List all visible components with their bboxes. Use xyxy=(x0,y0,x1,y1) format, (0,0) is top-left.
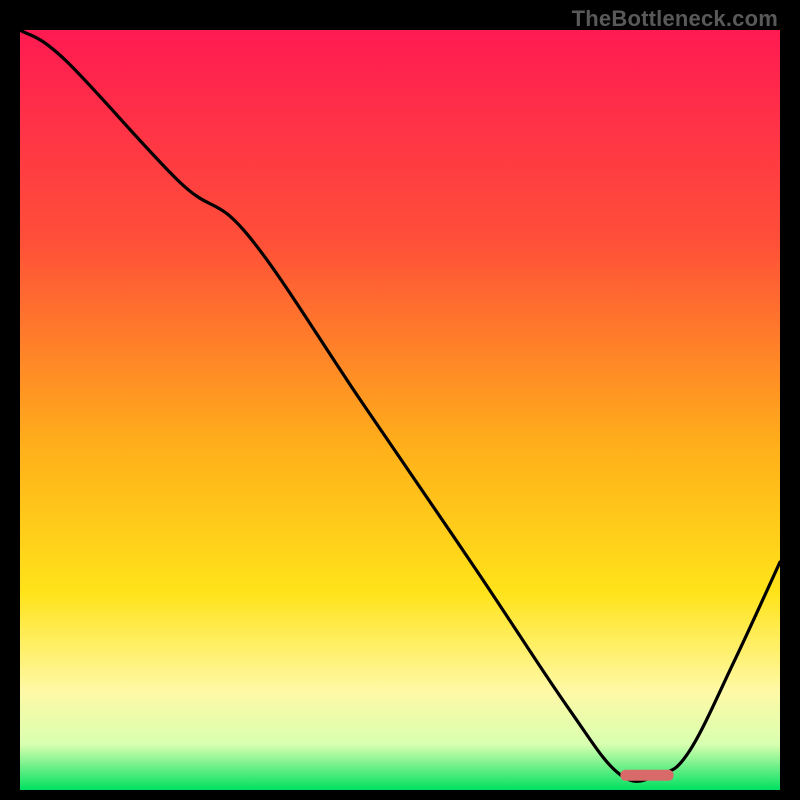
bottleneck-chart xyxy=(20,30,780,790)
watermark-text: TheBottleneck.com xyxy=(572,6,778,32)
chart-background-gradient xyxy=(20,30,780,790)
chart-frame xyxy=(20,30,780,790)
optimal-range-marker xyxy=(620,770,673,781)
